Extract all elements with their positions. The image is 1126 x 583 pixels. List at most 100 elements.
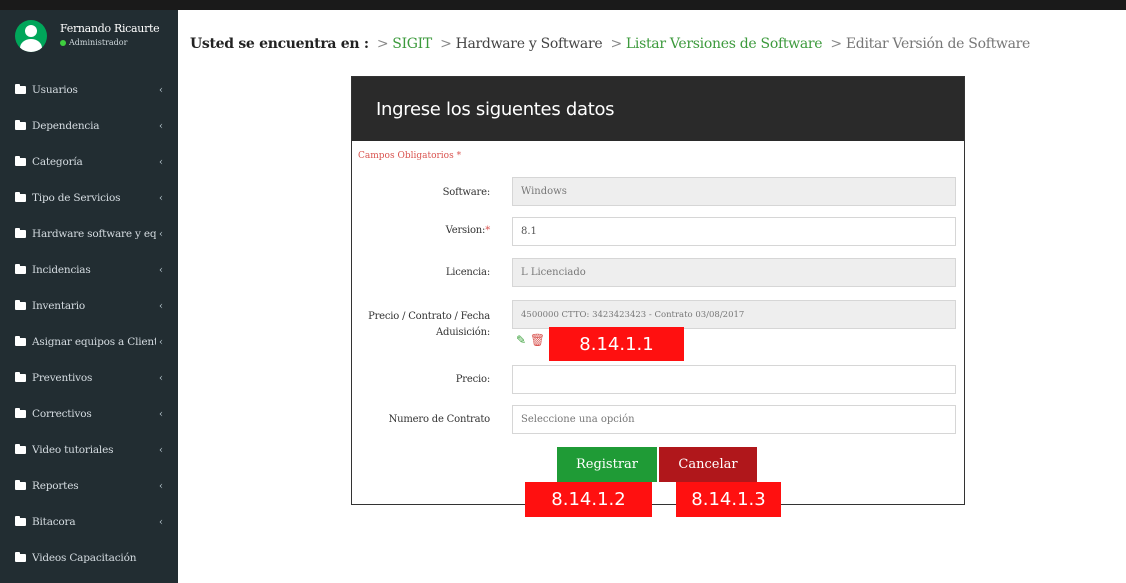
sidebar-item-label: Bitacora <box>32 516 76 528</box>
folder-icon <box>15 408 26 418</box>
sidebar-item-hardware-software[interactable]: Hardware software y equipo‹ <box>0 216 178 252</box>
precio-contrato-fecha-label: Precio / Contrato / Fecha Aduisición: <box>360 309 490 341</box>
breadcrumb-separator: > <box>440 36 452 52</box>
software-value: Windows <box>521 186 567 197</box>
chevron-left-icon: ‹ <box>159 372 163 384</box>
precio-contrato-fecha-label-text: Precio / Contrato / Fecha Aduisición: <box>368 311 490 338</box>
licencia-value: L Licenciado <box>521 267 586 278</box>
form-panel: Ingrese los siguentes datos Campos Oblig… <box>351 76 965 505</box>
folder-icon <box>15 372 26 382</box>
version-input[interactable]: 8.1 <box>512 217 956 246</box>
sidebar-item-usuarios[interactable]: Usuarios ‹ <box>0 72 178 108</box>
chevron-left-icon: ‹ <box>159 192 163 204</box>
numero-contrato-label-text: Numero de Contrato <box>388 414 491 425</box>
precio-input[interactable] <box>512 365 956 394</box>
sidebar-item-label: Asignar equipos a Clientes <box>32 336 156 348</box>
chevron-left-icon: ‹ <box>159 264 163 276</box>
avatar-body <box>20 39 42 52</box>
user-role-label: Administrador <box>69 38 128 47</box>
sidebar-item-asignar-equipos[interactable]: Asignar equipos a Clientes ‹ <box>0 324 178 360</box>
sidebar-item-preventivos[interactable]: Preventivos ‹ <box>0 360 178 396</box>
user-avatar-icon <box>15 20 47 52</box>
precio-label-text: Precio: <box>455 374 490 385</box>
chevron-left-icon: ‹ <box>159 408 163 420</box>
precio-contrato-fecha-field: 4500000 CTTO: 3423423423 - Contrato 03/0… <box>512 300 956 329</box>
version-value: 8.1 <box>521 226 537 237</box>
annotation-callout: 8.14.1.1 <box>549 327 684 361</box>
sidebar-item-correctivos[interactable]: Correctivos ‹ <box>0 396 178 432</box>
sidebar-item-label: Tipo de Servicios <box>32 192 121 204</box>
folder-icon <box>15 336 26 346</box>
sidebar-item-incidencias[interactable]: Incidencias ‹ <box>0 252 178 288</box>
precio-label: Precio: <box>360 374 490 385</box>
chevron-left-icon: ‹ <box>159 120 163 132</box>
breadcrumb: Usted se encuentra en : > SIGIT > Hardware… <box>190 36 1030 52</box>
user-role: Administrador <box>60 38 127 47</box>
chevron-left-icon: ‹ <box>159 300 163 312</box>
sidebar-item-reportes[interactable]: Reportes ‹ <box>0 468 178 504</box>
annotation-callout: 8.14.1.3 <box>676 482 781 517</box>
folder-icon <box>15 156 26 166</box>
breadcrumb-sigit-link[interactable]: SIGIT <box>392 36 432 52</box>
sidebar-item-categoria[interactable]: Categoría ‹ <box>0 144 178 180</box>
breadcrumb-separator: > <box>830 36 842 52</box>
trash-icon[interactable]: 🗑 <box>530 333 545 347</box>
sidebar-item-label: Usuarios <box>32 84 78 96</box>
chevron-left-icon: ‹ <box>159 444 163 456</box>
avatar-head <box>25 25 37 37</box>
chevron-left-icon: ‹ <box>159 336 163 348</box>
folder-icon <box>15 480 26 490</box>
sidebar-item-dependencia[interactable]: Dependencia ‹ <box>0 108 178 144</box>
licencia-label: Licencia: <box>360 267 490 278</box>
sidebar-item-label: Correctivos <box>32 408 92 420</box>
folder-icon <box>15 552 26 562</box>
sidebar-item-tipo-de-servicios[interactable]: Tipo de Servicios ‹ <box>0 180 178 216</box>
folder-icon <box>15 192 26 202</box>
user-name: Fernando Ricaurte <box>60 22 160 35</box>
breadcrumb-current: Editar Versión de Software <box>845 36 1031 52</box>
precio-contrato-fecha-value: 4500000 CTTO: 3423423423 - Contrato 03/0… <box>521 309 745 320</box>
sidebar-item-label: Video tutoriales <box>32 444 114 456</box>
sidebar-item-label: Videos Capacitación <box>32 552 137 564</box>
sidebar-item-label: Inventario <box>32 300 85 312</box>
annotation-callout: 8.14.1.2 <box>525 482 652 517</box>
sidebar-item-label: Hardware software y equipo <box>32 228 156 240</box>
cancel-button[interactable]: Cancelar <box>659 447 757 482</box>
sidebar-item-label: Categoría <box>32 156 83 168</box>
numero-contrato-placeholder: Seleccione una opción <box>521 414 635 425</box>
licencia-label-text: Licencia: <box>445 267 490 278</box>
numero-contrato-label: Numero de Contrato <box>360 414 491 425</box>
form-title: Ingrese los siguentes datos <box>352 77 964 141</box>
breadcrumb-separator: > <box>376 36 389 52</box>
row-actions: ✎ 🗑 <box>516 333 545 347</box>
sidebar-item-inventario[interactable]: Inventario ‹ <box>0 288 178 324</box>
sidebar-item-label: Preventivos <box>32 372 93 384</box>
folder-icon <box>15 444 26 454</box>
folder-icon <box>15 516 26 526</box>
edit-icon[interactable]: ✎ <box>516 333 526 347</box>
sidebar-item-video-tutoriales[interactable]: Video tutoriales ‹ <box>0 432 178 468</box>
folder-icon <box>15 264 26 274</box>
register-button[interactable]: Registrar <box>557 447 657 482</box>
software-label-text: Software: <box>442 187 491 198</box>
sidebar-item-label: Reportes <box>32 480 79 492</box>
sidebar-item-label: Dependencia <box>32 120 100 132</box>
breadcrumb-listar-versiones-link[interactable]: Listar Versiones de Software <box>626 36 823 52</box>
chevron-left-icon: ‹ <box>159 516 163 528</box>
licencia-field: L Licenciado <box>512 258 956 287</box>
breadcrumb-hardware-software: Hardware y Software <box>455 36 603 52</box>
chevron-left-icon: ‹ <box>159 228 163 240</box>
software-label: Software: <box>360 187 491 198</box>
sidebar-item-videos-capacitacion[interactable]: Videos Capacitación <box>0 540 178 576</box>
sidebar-item-label: Incidencias <box>32 264 91 276</box>
chevron-left-icon: ‹ <box>159 480 163 492</box>
sidebar-item-bitacora[interactable]: Bitacora ‹ <box>0 504 178 540</box>
software-field: Windows <box>512 177 956 206</box>
required-mark: * <box>485 225 490 236</box>
chevron-left-icon: ‹ <box>159 156 163 168</box>
sidebar: Fernando Ricaurte Administrador Usuarios… <box>0 10 178 583</box>
user-panel: Fernando Ricaurte Administrador <box>0 10 178 64</box>
folder-icon <box>15 300 26 310</box>
numero-contrato-select[interactable]: Seleccione una opción <box>512 405 956 434</box>
top-bar <box>0 0 1126 10</box>
